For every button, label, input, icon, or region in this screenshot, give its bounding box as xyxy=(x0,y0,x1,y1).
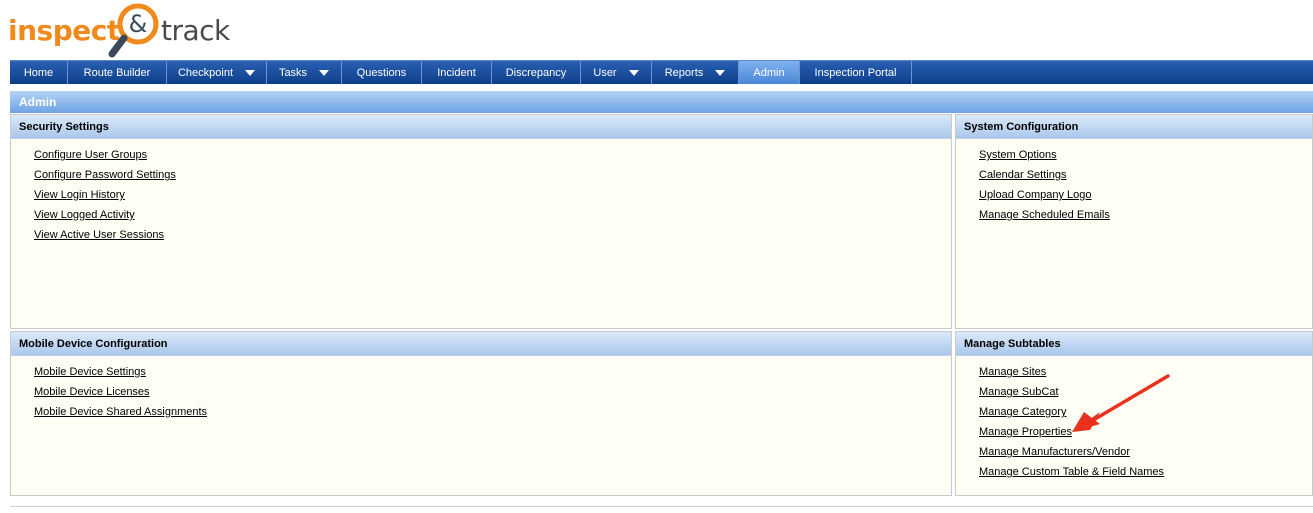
link-view-logged-activity[interactable]: View Logged Activity xyxy=(34,209,951,229)
link-mobile-device-shared-assignments[interactable]: Mobile Device Shared Assignments xyxy=(34,406,951,426)
system-configuration-header: System Configuration xyxy=(956,115,1312,139)
nav-item-label: Checkpoint xyxy=(177,66,234,79)
security-settings-header: Security Settings xyxy=(11,115,951,139)
manage-subtables-header: Manage Subtables xyxy=(956,332,1312,356)
nav-item-reports[interactable]: Reports xyxy=(652,61,739,84)
red-annotation-arrow-icon xyxy=(1072,374,1170,432)
nav-item-label: User xyxy=(593,66,617,79)
main-nav-bar: Home Route Builder Checkpoint Tasks Question… xyxy=(10,60,1313,84)
nav-item-label: Reports xyxy=(664,66,704,79)
mobile-device-configuration-header: Mobile Device Configuration xyxy=(11,332,951,356)
link-manage-scheduled-emails[interactable]: Manage Scheduled Emails xyxy=(979,209,1312,229)
link-configure-password-settings[interactable]: Configure Password Settings xyxy=(34,169,951,189)
nav-item-checkpoint[interactable]: Checkpoint xyxy=(167,61,267,84)
nav-item-incident[interactable]: Incident xyxy=(422,61,492,84)
dropdown-caret-icon[interactable] xyxy=(245,69,256,76)
logo-word-inspect: inspect xyxy=(8,14,120,47)
nav-item-inspection-portal[interactable]: Inspection Portal xyxy=(800,61,912,84)
link-mobile-device-settings[interactable]: Mobile Device Settings xyxy=(34,366,951,386)
nav-item-label: Route Builder xyxy=(83,66,151,79)
mobile-device-configuration-panel: Mobile Device Configuration Mobile Devic… xyxy=(10,331,952,496)
system-configuration-panel: System Configuration System Options Calen… xyxy=(955,114,1313,329)
nav-item-label: Home xyxy=(23,66,54,79)
dropdown-caret-icon[interactable] xyxy=(715,69,726,76)
nav-item-questions[interactable]: Questions xyxy=(342,61,422,84)
link-system-options[interactable]: System Options xyxy=(979,149,1312,169)
link-view-login-history[interactable]: View Login History xyxy=(34,189,951,209)
footer-divider xyxy=(10,506,1313,507)
nav-item-discrepancy[interactable]: Discrepancy xyxy=(492,61,581,84)
link-upload-company-logo[interactable]: Upload Company Logo xyxy=(979,189,1312,209)
link-manage-custom-table-field-names[interactable]: Manage Custom Table & Field Names xyxy=(979,466,1312,486)
nav-item-user[interactable]: User xyxy=(581,61,652,84)
inspect-track-logo: inspect & track xyxy=(8,2,248,58)
link-view-active-user-sessions[interactable]: View Active User Sessions xyxy=(34,229,951,249)
nav-item-route-builder[interactable]: Route Builder xyxy=(68,61,167,84)
nav-item-label: Questions xyxy=(356,66,407,79)
security-settings-panel: Security Settings Configure User Groups C… xyxy=(10,114,952,329)
logo-word-track: track xyxy=(161,14,230,47)
nav-item-label: Incident xyxy=(437,66,476,79)
link-manage-manufacturers-vendor[interactable]: Manage Manufacturers/Vendor xyxy=(979,446,1312,466)
magnifier-ampersand-icon: & xyxy=(108,3,159,58)
dropdown-caret-icon[interactable] xyxy=(628,69,639,76)
logo-amp: & xyxy=(129,10,148,38)
nav-item-label: Tasks xyxy=(278,66,308,79)
nav-item-admin[interactable]: Admin xyxy=(739,61,800,84)
nav-item-label: Admin xyxy=(753,66,785,79)
page-title: Admin xyxy=(10,91,1313,113)
nav-item-tasks[interactable]: Tasks xyxy=(267,61,342,84)
link-calendar-settings[interactable]: Calendar Settings xyxy=(979,169,1312,189)
nav-item-label: Discrepancy xyxy=(505,66,567,79)
link-configure-user-groups[interactable]: Configure User Groups xyxy=(34,149,951,169)
nav-item-home[interactable]: Home xyxy=(10,61,68,84)
nav-item-label: Inspection Portal xyxy=(814,66,897,79)
dropdown-caret-icon[interactable] xyxy=(319,69,330,76)
link-mobile-device-licenses[interactable]: Mobile Device Licenses xyxy=(34,386,951,406)
